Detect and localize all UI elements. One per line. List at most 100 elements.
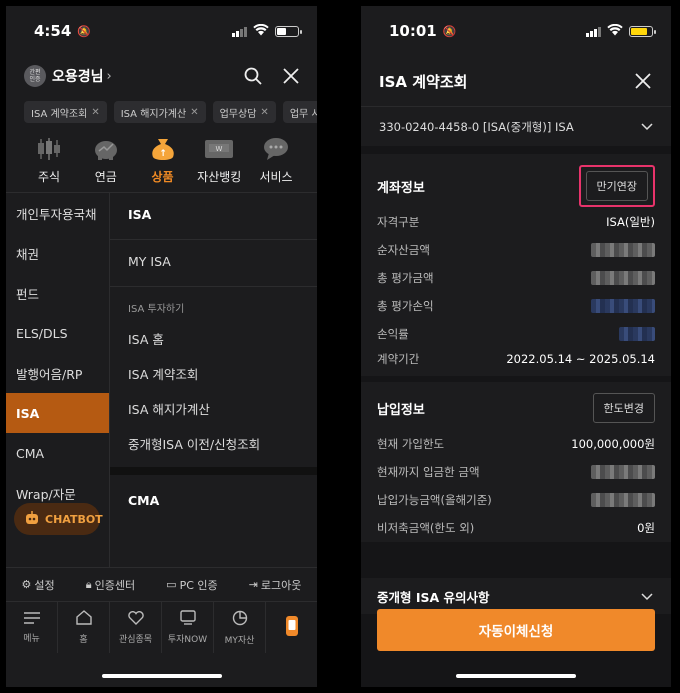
home-indicator <box>456 674 576 678</box>
tv-icon <box>179 610 196 628</box>
chevron-down-icon <box>641 120 653 134</box>
robot-icon <box>24 510 40 528</box>
masked-value <box>619 327 655 341</box>
side-item-cma[interactable]: CMA <box>6 433 109 473</box>
phone-app-icon <box>285 615 299 640</box>
main-menu: ISA MY ISA ISA 투자하기 ISA 홈 ISA 계약조회 ISA 해… <box>110 193 317 607</box>
side-item-government-bond[interactable]: 개인투자용국채 <box>6 193 109 233</box>
masked-value <box>591 271 655 285</box>
wallet-icon: W <box>204 136 234 162</box>
category-tabs: 주식 연금 ↑ 상품 W 자산뱅킹 서비스 <box>6 128 317 192</box>
wifi-icon <box>607 23 623 39</box>
user-name[interactable]: 오용경님 <box>52 66 104 86</box>
status-bar: 4:54 🔕 <box>6 6 317 56</box>
auth-center-link[interactable]: 🔒︎ 인증센터 <box>86 577 135 593</box>
side-item-note-rp[interactable]: 발행어음/RP <box>6 353 109 393</box>
right-phone-screen: 10:01 🔕 ISA 계약조회 330-0240-4458-0 [ISA(중개… <box>361 6 671 687</box>
info-row: 비저축금액(한도 외) 0원 <box>377 521 655 535</box>
limit-change-button[interactable]: 한도변경 <box>592 393 655 423</box>
page-header: ISA 계약조회 <box>361 56 671 106</box>
chevron-down-icon <box>641 589 653 604</box>
chip-close-icon[interactable]: ✕ <box>91 107 99 118</box>
bottom-tab-bar: 메뉴 홈 관심종목 투자NOW MY자산 <box>6 601 317 653</box>
battery-charging-icon <box>629 25 656 37</box>
masked-value <box>591 465 655 479</box>
recent-chip[interactable]: ISA 계약조회 ✕ <box>24 101 107 123</box>
wifi-icon <box>253 23 269 39</box>
tab-invest-now[interactable]: 투자NOW <box>162 602 214 653</box>
recent-chip[interactable]: 업무상담 ✕ <box>212 101 276 123</box>
svg-text:W: W <box>216 145 223 153</box>
hamburger-icon <box>23 611 40 627</box>
side-item-els-dls[interactable]: ELS/DLS <box>6 313 109 353</box>
category-service[interactable]: 서비스 <box>253 136 299 192</box>
footer-links: ⚙ 설정 🔒︎ 인증센터 ▭ PC 인증 ⇥ 로그아웃 <box>6 567 317 601</box>
menu-item-isa-termination-calc[interactable]: ISA 해지가계산 <box>110 391 317 426</box>
tab-watchlist[interactable]: 관심종목 <box>110 602 162 653</box>
pc-auth-link[interactable]: ▭ PC 인증 <box>166 577 217 593</box>
info-row: 자격구분 ISA(일반) <box>377 215 655 229</box>
tab-home[interactable]: 홈 <box>58 602 110 653</box>
masked-value <box>591 299 655 313</box>
left-phone-screen: 4:54 🔕 간편 인증 오용경님 › ISA 계약조회 ✕ ISA 해지가계산 ✕ <box>6 6 317 687</box>
money-bag-icon: ↑ <box>148 136 178 162</box>
tab-menu[interactable]: 메뉴 <box>6 602 58 653</box>
chip-close-icon[interactable]: ✕ <box>190 107 198 118</box>
info-row: 순자산금액 <box>377 236 655 264</box>
status-bar: 10:01 🔕 <box>361 6 671 56</box>
chip-close-icon[interactable]: ✕ <box>260 107 268 118</box>
svg-text:↑: ↑ <box>159 149 167 159</box>
payment-info-section: 납입정보 한도변경 현재 가입한도 100,000,000원 현재까지 입금한 금… <box>361 382 671 542</box>
category-pension[interactable]: 연금 <box>83 136 129 192</box>
home-indicator <box>101 674 222 678</box>
monitor-icon: ▭ <box>166 578 177 591</box>
menu-group-title: ISA 투자하기 <box>128 303 185 315</box>
side-item-bond[interactable]: 채권 <box>6 233 109 273</box>
recent-chip[interactable]: ISA 해지가계산 ✕ <box>113 101 206 123</box>
side-item-isa[interactable]: ISA <box>6 393 109 433</box>
home-icon <box>75 610 92 628</box>
section-title: 납입정보 <box>377 402 425 418</box>
chevron-right-icon[interactable]: › <box>107 69 112 84</box>
logout-link[interactable]: ⇥ 로그아웃 <box>249 577 302 593</box>
account-selector[interactable]: 330-0240-4458-0 [ISA(중개형)] ISA <box>361 106 671 146</box>
masked-value <box>591 493 655 507</box>
account-info-section: 계좌정보 만기연장 자격구분 ISA(일반) 순자산금액 총 평가금액 총 평가손… <box>361 154 671 376</box>
tab-app-switch[interactable] <box>266 602 317 653</box>
category-stock[interactable]: 주식 <box>26 136 72 192</box>
menu-item-isa-contract[interactable]: ISA 계약조회 <box>110 356 317 391</box>
side-item-fund[interactable]: 펀드 <box>6 273 109 313</box>
category-asset-banking[interactable]: W 자산뱅킹 <box>196 136 242 192</box>
cellular-signal-icon <box>586 26 601 37</box>
pig-bank-icon <box>91 136 121 162</box>
recent-chip[interactable]: 업무 시 <box>282 101 317 123</box>
chat-bubble-icon <box>261 136 291 162</box>
settings-link[interactable]: ⚙ 설정 <box>22 577 55 593</box>
search-icon[interactable] <box>243 66 263 86</box>
info-row: 현재까지 입금한 금액 <box>377 458 655 486</box>
info-row: 총 평가금액 <box>377 264 655 292</box>
info-row: 현재 가입한도 100,000,000원 <box>377 437 655 451</box>
auto-transfer-button[interactable]: 자동이체신청 <box>377 609 655 651</box>
pie-chart-icon <box>232 610 248 629</box>
battery-icon <box>275 25 302 37</box>
product-menu: 개인투자용국채 채권 펀드 ELS/DLS 발행어음/RP ISA CMA Wr… <box>6 192 317 607</box>
close-icon[interactable] <box>281 66 301 86</box>
masked-value <box>591 243 655 257</box>
silent-bell-icon: 🔕 <box>442 24 457 38</box>
menu-heading-cma: CMA <box>128 492 160 508</box>
logout-icon: ⇥ <box>248 578 258 591</box>
menu-item-isa-home[interactable]: ISA 홈 <box>110 321 317 356</box>
tab-my-assets[interactable]: MY자산 <box>214 602 266 653</box>
chatbot-button[interactable]: CHATBOT <box>14 503 103 535</box>
recent-chips: ISA 계약조회 ✕ ISA 해지가계산 ✕ 업무상담 ✕ 업무 시 <box>6 96 317 128</box>
info-row: 손익률 <box>377 320 655 348</box>
close-icon[interactable] <box>633 71 653 91</box>
menu-item-my-isa[interactable]: MY ISA <box>110 240 317 282</box>
menu-item-isa-transfer[interactable]: 중개형ISA 이전/신청조회 <box>110 426 317 461</box>
maturity-extension-button[interactable]: 만기연장 <box>585 171 648 201</box>
category-product[interactable]: ↑ 상품 <box>140 136 186 192</box>
divider <box>110 467 317 475</box>
cellular-signal-icon <box>232 26 247 37</box>
status-time: 4:54 <box>34 22 72 40</box>
